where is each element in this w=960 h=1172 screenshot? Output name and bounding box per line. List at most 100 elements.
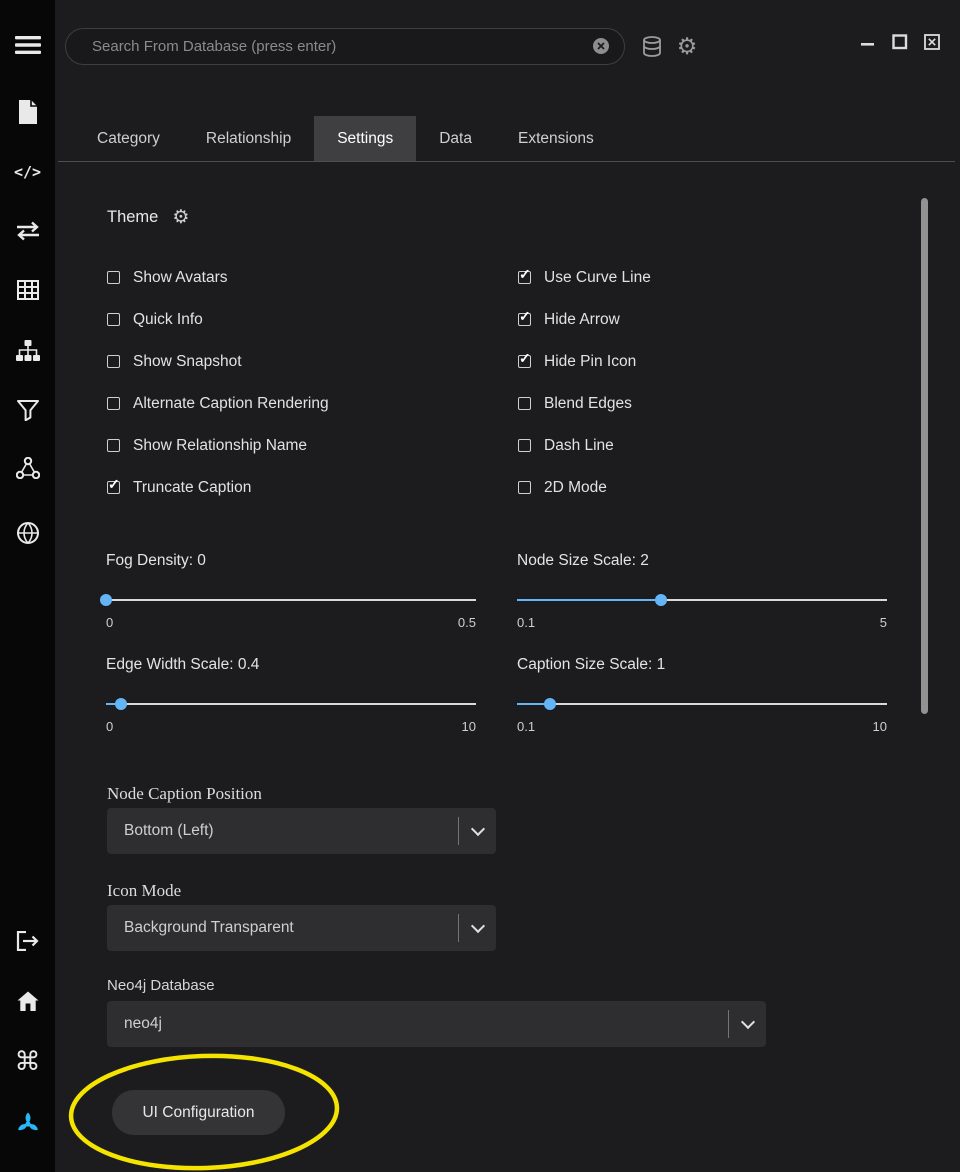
checkbox[interactable]: [518, 439, 531, 452]
sign-out-icon[interactable]: [0, 923, 55, 959]
select-divider: [458, 817, 459, 845]
slider-max: 10: [873, 719, 887, 734]
sitemap-icon[interactable]: [0, 333, 55, 369]
checkbox-column-right: Use Curve Line Hide Arrow Hide Pin Icon …: [518, 268, 651, 497]
checkbox-label: Hide Arrow: [544, 311, 620, 329]
neo4j-database-label: Neo4j Database: [107, 977, 215, 994]
checkbox-show-avatars[interactable]: Show Avatars: [107, 268, 329, 287]
theme-title: Theme: [107, 208, 158, 227]
slider-max: 0.5: [458, 615, 476, 630]
slider-label: Caption Size Scale: 1: [517, 656, 887, 674]
tab-category[interactable]: Category: [74, 116, 183, 161]
slider-label: Edge Width Scale: 0.4: [106, 656, 476, 674]
slider-track[interactable]: [517, 698, 887, 710]
checkbox-use-curve-line[interactable]: Use Curve Line: [518, 268, 651, 287]
checkbox[interactable]: [518, 397, 531, 410]
checkbox[interactable]: [518, 271, 531, 284]
filter-icon[interactable]: [0, 392, 55, 428]
checkbox[interactable]: [107, 313, 120, 326]
table-icon[interactable]: [0, 272, 55, 308]
checkbox-hide-pin-icon[interactable]: Hide Pin Icon: [518, 352, 651, 371]
checkbox-label: Show Snapshot: [133, 353, 242, 371]
slider-handle[interactable]: [100, 594, 112, 606]
checkbox-quick-info[interactable]: Quick Info: [107, 310, 329, 329]
search-bar: [65, 28, 625, 65]
slider-min: 0.1: [517, 615, 535, 630]
checkbox-show-relationship-name[interactable]: Show Relationship Name: [107, 436, 329, 455]
slider-label: Fog Density: 0: [106, 552, 476, 570]
theme-gear-icon[interactable]: ⚙: [172, 206, 189, 229]
checkbox[interactable]: [107, 355, 120, 368]
slider-handle[interactable]: [544, 698, 556, 710]
slider-max: 10: [462, 719, 476, 734]
select-value: neo4j: [107, 1001, 766, 1047]
select-divider: [458, 914, 459, 942]
code-icon[interactable]: </>: [0, 154, 55, 190]
checkbox-column-left: Show Avatars Quick Info Show Snapshot Al…: [107, 268, 329, 497]
checkbox-dash-line[interactable]: Dash Line: [518, 436, 651, 455]
home-icon[interactable]: [0, 983, 55, 1019]
checkbox-label: Hide Pin Icon: [544, 353, 636, 371]
swap-arrows-icon[interactable]: [0, 213, 55, 249]
close-button[interactable]: [924, 34, 940, 50]
slider-label: Node Size Scale: 2: [517, 552, 887, 570]
node-caption-position-select[interactable]: Bottom (Left): [107, 808, 496, 854]
checkbox-label: Quick Info: [133, 311, 203, 329]
checkbox-label: Blend Edges: [544, 395, 632, 413]
graph-icon[interactable]: [0, 450, 55, 486]
tab-extensions[interactable]: Extensions: [495, 116, 617, 161]
maximize-button[interactable]: [892, 34, 908, 50]
database-icon[interactable]: [640, 35, 664, 59]
neo4j-database-select[interactable]: neo4j: [107, 1001, 766, 1047]
tab-settings[interactable]: Settings: [314, 116, 416, 161]
file-icon[interactable]: [0, 94, 55, 130]
checkbox[interactable]: [107, 439, 120, 452]
search-input[interactable]: [65, 28, 625, 65]
checkbox[interactable]: [107, 397, 120, 410]
theme-section-header: Theme ⚙: [107, 206, 189, 229]
checkbox-label: Show Avatars: [133, 269, 228, 287]
select-divider: [728, 1010, 729, 1038]
tab-divider: [58, 161, 955, 162]
minimize-button[interactable]: [860, 34, 876, 50]
checkbox-truncate-caption[interactable]: Truncate Caption: [107, 478, 329, 497]
checkbox[interactable]: [107, 271, 120, 284]
slider-node-size-scale: Node Size Scale: 2 0.1 5: [517, 552, 887, 630]
gear-icon[interactable]: ⚙: [674, 30, 700, 62]
command-icon[interactable]: ⌘: [0, 1043, 55, 1079]
select-value: Bottom (Left): [107, 808, 496, 854]
checkbox-blend-edges[interactable]: Blend Edges: [518, 394, 651, 413]
node-caption-position-label: Node Caption Position: [107, 784, 262, 804]
slider-min: 0: [106, 719, 113, 734]
ui-configuration-button[interactable]: UI Configuration: [112, 1090, 285, 1135]
slider-caption-size-scale: Caption Size Scale: 1 0.1 10: [517, 656, 887, 734]
slider-track[interactable]: [106, 594, 476, 606]
checkbox-label: Alternate Caption Rendering: [133, 395, 329, 413]
tab-bar: Category Relationship Settings Data Exte…: [74, 116, 617, 161]
slider-handle[interactable]: [655, 594, 667, 606]
checkbox[interactable]: [518, 355, 531, 368]
slider-min: 0: [106, 615, 113, 630]
select-value: Background Transparent: [107, 905, 496, 951]
cluster-icon[interactable]: [0, 1106, 55, 1142]
slider-track[interactable]: [517, 594, 887, 606]
checkbox[interactable]: [518, 481, 531, 494]
checkbox-hide-arrow[interactable]: Hide Arrow: [518, 310, 651, 329]
checkbox[interactable]: [107, 481, 120, 494]
scrollbar-thumb[interactable]: [921, 198, 928, 714]
slider-track[interactable]: [106, 698, 476, 710]
checkbox[interactable]: [518, 313, 531, 326]
icon-mode-select[interactable]: Background Transparent: [107, 905, 496, 951]
menu-icon[interactable]: [0, 27, 55, 63]
slider-handle[interactable]: [115, 698, 127, 710]
checkbox-alternate-caption-rendering[interactable]: Alternate Caption Rendering: [107, 394, 329, 413]
tab-relationship[interactable]: Relationship: [183, 116, 314, 161]
slider-fog-density: Fog Density: 0 0 0.5: [106, 552, 476, 630]
checkbox-show-snapshot[interactable]: Show Snapshot: [107, 352, 329, 371]
clear-search-icon[interactable]: [593, 38, 609, 54]
globe-icon[interactable]: [0, 515, 55, 551]
tab-data[interactable]: Data: [416, 116, 495, 161]
sidebar: </> ⌘: [0, 0, 55, 1172]
icon-mode-label: Icon Mode: [107, 881, 181, 901]
checkbox-2d-mode[interactable]: 2D Mode: [518, 478, 651, 497]
